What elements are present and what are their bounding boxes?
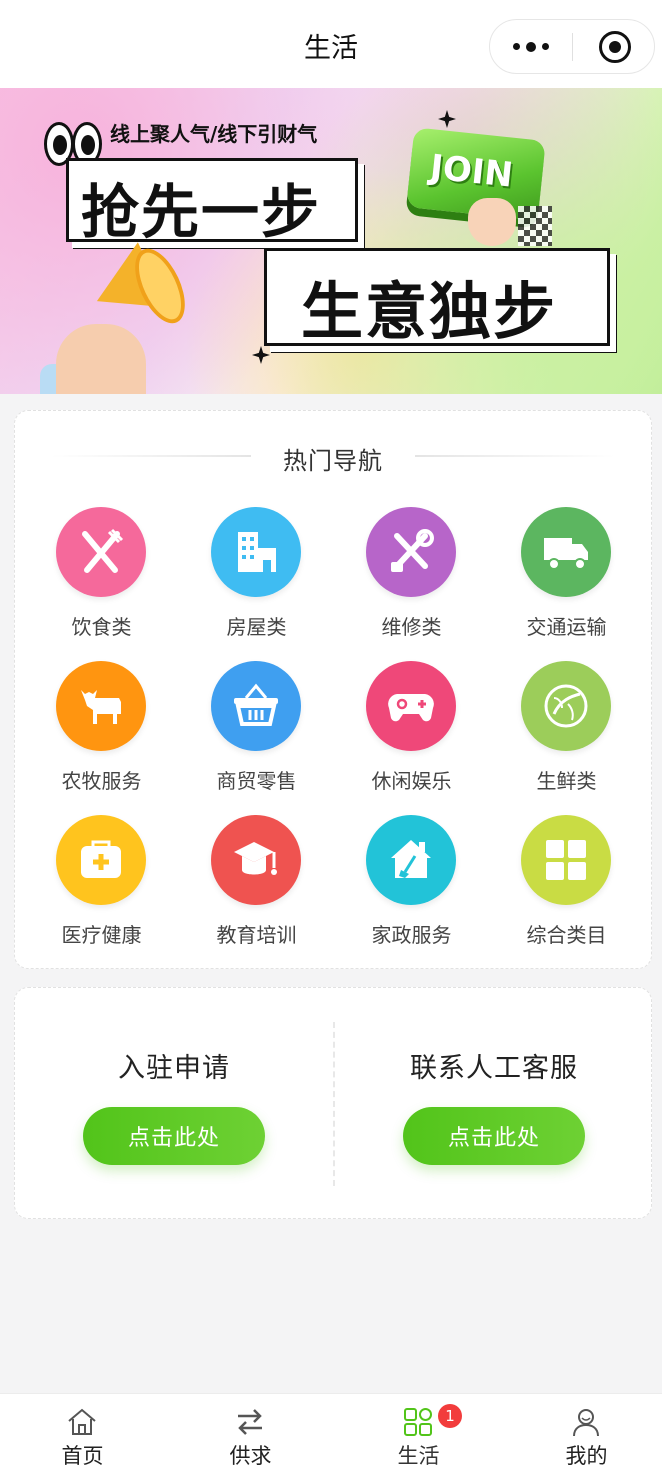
hand-graphic: [56, 324, 146, 394]
promo-banner[interactable]: 线上聚人气/线下引财气 抢先一步 JOIN 生意独步: [0, 88, 662, 394]
cabbage-icon: [521, 661, 611, 751]
apply-title: 入驻申请: [118, 1053, 230, 1084]
hot-navigation-card: 热门导航 饮食类 房屋类 维修类 交通运输 农牧服务 商贸零售 休闲娱乐 生鲜类…: [14, 410, 652, 969]
home-icon: [66, 1406, 98, 1438]
category-label: 维修类: [381, 615, 442, 639]
category-label: 教育培训: [216, 923, 297, 947]
banner-subtitle: 线上聚人气/线下引财气: [110, 122, 318, 146]
utensils-icon: [56, 507, 146, 597]
title-line-right: [415, 455, 615, 457]
join-label: JOIN: [428, 147, 515, 196]
nav-header: 生活: [0, 0, 662, 88]
apply-section: 入驻申请 点击此处: [15, 1046, 333, 1165]
basket-icon: [211, 661, 301, 751]
tab-label: 我的: [565, 1444, 608, 1468]
category-grid: 饮食类 房屋类 维修类 交通运输 农牧服务 商贸零售 休闲娱乐 生鲜类 医疗健康…: [24, 507, 644, 969]
exchange-icon: [234, 1406, 266, 1438]
more-dots-icon[interactable]: [490, 20, 572, 73]
house-clean-icon: [366, 815, 456, 905]
category-item[interactable]: 农牧服务: [24, 661, 179, 815]
customer-service-button[interactable]: 点击此处: [403, 1107, 585, 1165]
tab-label: 供求: [229, 1444, 272, 1468]
graduation-cap-icon: [211, 815, 301, 905]
medical-kit-icon: [56, 815, 146, 905]
category-item[interactable]: 交通运输: [489, 507, 644, 661]
category-label: 农牧服务: [61, 769, 142, 793]
category-label: 商贸零售: [216, 769, 297, 793]
gamepad-icon: [366, 661, 456, 751]
tab-mine[interactable]: 我的: [504, 1394, 662, 1480]
bottom-tab-bar: 首页 供求 1 生活 我的: [0, 1393, 662, 1480]
apps-icon: [402, 1406, 434, 1438]
banner-headline-2: 生意独步: [301, 275, 558, 348]
banner-headline-1: 抢先一步: [81, 178, 322, 246]
category-item[interactable]: 医疗健康: [24, 815, 179, 969]
customer-service-section: 联系人工客服 点击此处: [335, 1046, 653, 1165]
sparkle-icon: [438, 110, 456, 128]
hot-nav-title: 热门导航: [283, 447, 383, 475]
category-item[interactable]: 综合类目: [489, 815, 644, 969]
truck-icon: [521, 507, 611, 597]
tab-supply-demand[interactable]: 供求: [168, 1394, 333, 1480]
sparkle-icon: [252, 346, 270, 364]
building-icon: [211, 507, 301, 597]
capsule-divider: [572, 33, 573, 61]
category-label: 饮食类: [71, 615, 132, 639]
tools-icon: [366, 507, 456, 597]
category-label: 生鲜类: [536, 769, 597, 793]
tab-life[interactable]: 1 生活: [336, 1394, 501, 1480]
checker-flag-icon: [518, 206, 552, 246]
notification-badge: 1: [438, 1404, 462, 1428]
tab-label: 生活: [397, 1444, 440, 1468]
category-item[interactable]: 饮食类: [24, 507, 179, 661]
category-item[interactable]: 房屋类: [179, 507, 334, 661]
grid-icon: [521, 815, 611, 905]
category-label: 综合类目: [526, 923, 607, 947]
category-label: 房屋类: [226, 615, 287, 639]
banner-headline-box: 抢先一步: [66, 158, 358, 246]
category-label: 交通运输: [526, 615, 607, 639]
category-label: 家政服务: [371, 923, 452, 947]
apply-button[interactable]: 点击此处: [83, 1107, 265, 1165]
category-item[interactable]: 家政服务: [334, 815, 489, 969]
banner-headline-box: 生意独步: [264, 248, 610, 348]
category-item[interactable]: 维修类: [334, 507, 489, 661]
target-icon[interactable]: [599, 31, 631, 63]
mini-program-capsule: [489, 19, 655, 74]
category-item[interactable]: 生鲜类: [489, 661, 644, 815]
user-icon: [570, 1406, 602, 1438]
customer-service-title: 联系人工客服: [410, 1053, 578, 1084]
category-label: 医疗健康: [61, 923, 142, 947]
cow-icon: [56, 661, 146, 751]
category-item[interactable]: 商贸零售: [179, 661, 334, 815]
action-card: 入驻申请 点击此处 联系人工客服 点击此处: [14, 987, 652, 1219]
category-item[interactable]: 教育培训: [179, 815, 334, 969]
tab-home[interactable]: 首页: [0, 1394, 165, 1480]
category-item[interactable]: 休闲娱乐: [334, 661, 489, 815]
tab-label: 首页: [61, 1444, 104, 1468]
category-label: 休闲娱乐: [371, 769, 452, 793]
pointing-hand-icon: [468, 198, 516, 246]
